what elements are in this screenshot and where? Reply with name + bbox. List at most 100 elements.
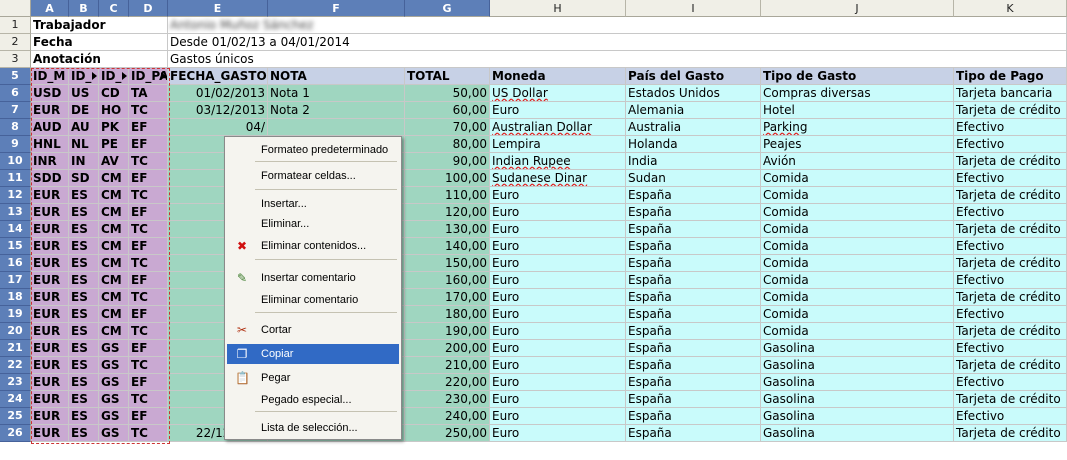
- table-cell[interactable]: EUR: [31, 425, 69, 442]
- table-cell[interactable]: 80,00: [405, 136, 490, 153]
- table-cell[interactable]: CM: [99, 221, 129, 238]
- row-header-10[interactable]: 10: [0, 153, 31, 170]
- table-cell[interactable]: CM: [99, 306, 129, 323]
- table-cell[interactable]: Euro: [490, 357, 626, 374]
- table-cell[interactable]: Efectivo: [954, 136, 1067, 153]
- column-header-a[interactable]: A: [31, 0, 69, 17]
- table-cell[interactable]: PE: [99, 136, 129, 153]
- table-cell[interactable]: Gasolina: [761, 357, 954, 374]
- table-cell[interactable]: España: [626, 204, 761, 221]
- table-cell[interactable]: Euro: [490, 323, 626, 340]
- table-cell[interactable]: EUR: [31, 187, 69, 204]
- row-header-9[interactable]: 9: [0, 136, 31, 153]
- table-header-9[interactable]: Tipo de Gasto: [761, 68, 954, 85]
- table-cell[interactable]: 200,00: [405, 340, 490, 357]
- menu-item-4[interactable]: Eliminar contenidos... ✖: [227, 236, 399, 256]
- column-header-j[interactable]: J: [761, 0, 954, 17]
- table-cell[interactable]: Euro: [490, 221, 626, 238]
- menu-item-2[interactable]: Insertar...: [227, 194, 399, 214]
- table-cell[interactable]: Australia: [626, 119, 761, 136]
- table-cell[interactable]: TC: [129, 187, 168, 204]
- menu-item-1[interactable]: Formatear celdas...: [227, 166, 399, 186]
- table-cell[interactable]: Euro: [490, 102, 626, 119]
- table-cell[interactable]: TC: [129, 425, 168, 442]
- table-cell[interactable]: EF: [129, 408, 168, 425]
- table-cell[interactable]: Euro: [490, 289, 626, 306]
- column-header-k[interactable]: K: [954, 0, 1067, 17]
- table-cell[interactable]: EUR: [31, 374, 69, 391]
- table-cell[interactable]: Comida: [761, 289, 954, 306]
- table-cell[interactable]: 100,00: [405, 170, 490, 187]
- table-cell[interactable]: EUR: [31, 289, 69, 306]
- table-cell[interactable]: India: [626, 153, 761, 170]
- table-cell[interactable]: Comida: [761, 187, 954, 204]
- table-cell[interactable]: CM: [99, 187, 129, 204]
- table-cell[interactable]: GS: [99, 391, 129, 408]
- table-cell[interactable]: AUD: [31, 119, 69, 136]
- row-header-8[interactable]: 8: [0, 119, 31, 136]
- table-cell[interactable]: 130,00: [405, 221, 490, 238]
- table-cell[interactable]: EUR: [31, 340, 69, 357]
- table-cell[interactable]: TC: [129, 323, 168, 340]
- table-cell[interactable]: 240,00: [405, 408, 490, 425]
- menu-item-9[interactable]: Pegar 📋: [227, 368, 399, 388]
- table-cell[interactable]: Efectivo: [954, 204, 1067, 221]
- table-cell[interactable]: Efectivo: [954, 408, 1067, 425]
- table-cell[interactable]: Indian Rupee: [490, 153, 626, 170]
- table-cell[interactable]: ES: [69, 238, 99, 255]
- table-cell[interactable]: Tarjeta de crédito: [954, 289, 1067, 306]
- table-cell[interactable]: Lempira: [490, 136, 626, 153]
- fecha-label[interactable]: Fecha: [31, 34, 168, 51]
- table-cell[interactable]: Sudanese Dinar: [490, 170, 626, 187]
- table-cell[interactable]: EUR: [31, 306, 69, 323]
- table-cell[interactable]: IN: [69, 153, 99, 170]
- row-header-23[interactable]: 23: [0, 374, 31, 391]
- column-header-b[interactable]: B: [69, 0, 99, 17]
- table-cell[interactable]: SD: [69, 170, 99, 187]
- menu-item-6[interactable]: Eliminar comentario: [227, 290, 399, 310]
- table-cell[interactable]: Euro: [490, 238, 626, 255]
- table-cell[interactable]: ES: [69, 255, 99, 272]
- table-cell[interactable]: Tarjeta de crédito: [954, 255, 1067, 272]
- table-cell[interactable]: Euro: [490, 204, 626, 221]
- anotacion-value[interactable]: Gastos únicos: [168, 51, 1067, 68]
- table-cell[interactable]: EF: [129, 204, 168, 221]
- table-cell[interactable]: TC: [129, 357, 168, 374]
- table-cell[interactable]: CD: [99, 85, 129, 102]
- table-cell[interactable]: GS: [99, 408, 129, 425]
- table-cell[interactable]: Efectivo: [954, 374, 1067, 391]
- table-cell[interactable]: EF: [129, 272, 168, 289]
- table-cell[interactable]: EF: [129, 374, 168, 391]
- row-header-5[interactable]: 5: [0, 68, 31, 85]
- table-cell[interactable]: Comida: [761, 323, 954, 340]
- table-cell[interactable]: Tarjeta de crédito: [954, 425, 1067, 442]
- table-cell[interactable]: CM: [99, 272, 129, 289]
- table-cell[interactable]: 90,00: [405, 153, 490, 170]
- table-cell[interactable]: HNL: [31, 136, 69, 153]
- table-cell[interactable]: EF: [129, 306, 168, 323]
- table-cell[interactable]: 110,00: [405, 187, 490, 204]
- table-cell[interactable]: AV: [99, 153, 129, 170]
- table-cell[interactable]: Comida: [761, 238, 954, 255]
- table-cell[interactable]: 50,00: [405, 85, 490, 102]
- table-cell[interactable]: Gasolina: [761, 340, 954, 357]
- table-cell[interactable]: 03/12/2013: [168, 102, 268, 119]
- table-cell[interactable]: España: [626, 255, 761, 272]
- column-header-e[interactable]: E: [168, 0, 268, 17]
- table-cell[interactable]: GS: [99, 374, 129, 391]
- table-cell[interactable]: CM: [99, 238, 129, 255]
- table-cell[interactable]: EUR: [31, 272, 69, 289]
- table-cell[interactable]: Gasolina: [761, 408, 954, 425]
- table-cell[interactable]: 04/: [168, 119, 268, 136]
- table-cell[interactable]: Sudan: [626, 170, 761, 187]
- table-header-3[interactable]: ID_PA: [129, 68, 168, 85]
- table-cell[interactable]: España: [626, 238, 761, 255]
- row-header-12[interactable]: 12: [0, 187, 31, 204]
- table-cell[interactable]: ES: [69, 340, 99, 357]
- table-cell[interactable]: NL: [69, 136, 99, 153]
- table-header-8[interactable]: País del Gasto: [626, 68, 761, 85]
- table-header-2[interactable]: ID_: [99, 68, 129, 85]
- table-cell[interactable]: Comida: [761, 272, 954, 289]
- table-cell[interactable]: AU: [69, 119, 99, 136]
- trabajador-label[interactable]: Trabajador: [31, 17, 168, 34]
